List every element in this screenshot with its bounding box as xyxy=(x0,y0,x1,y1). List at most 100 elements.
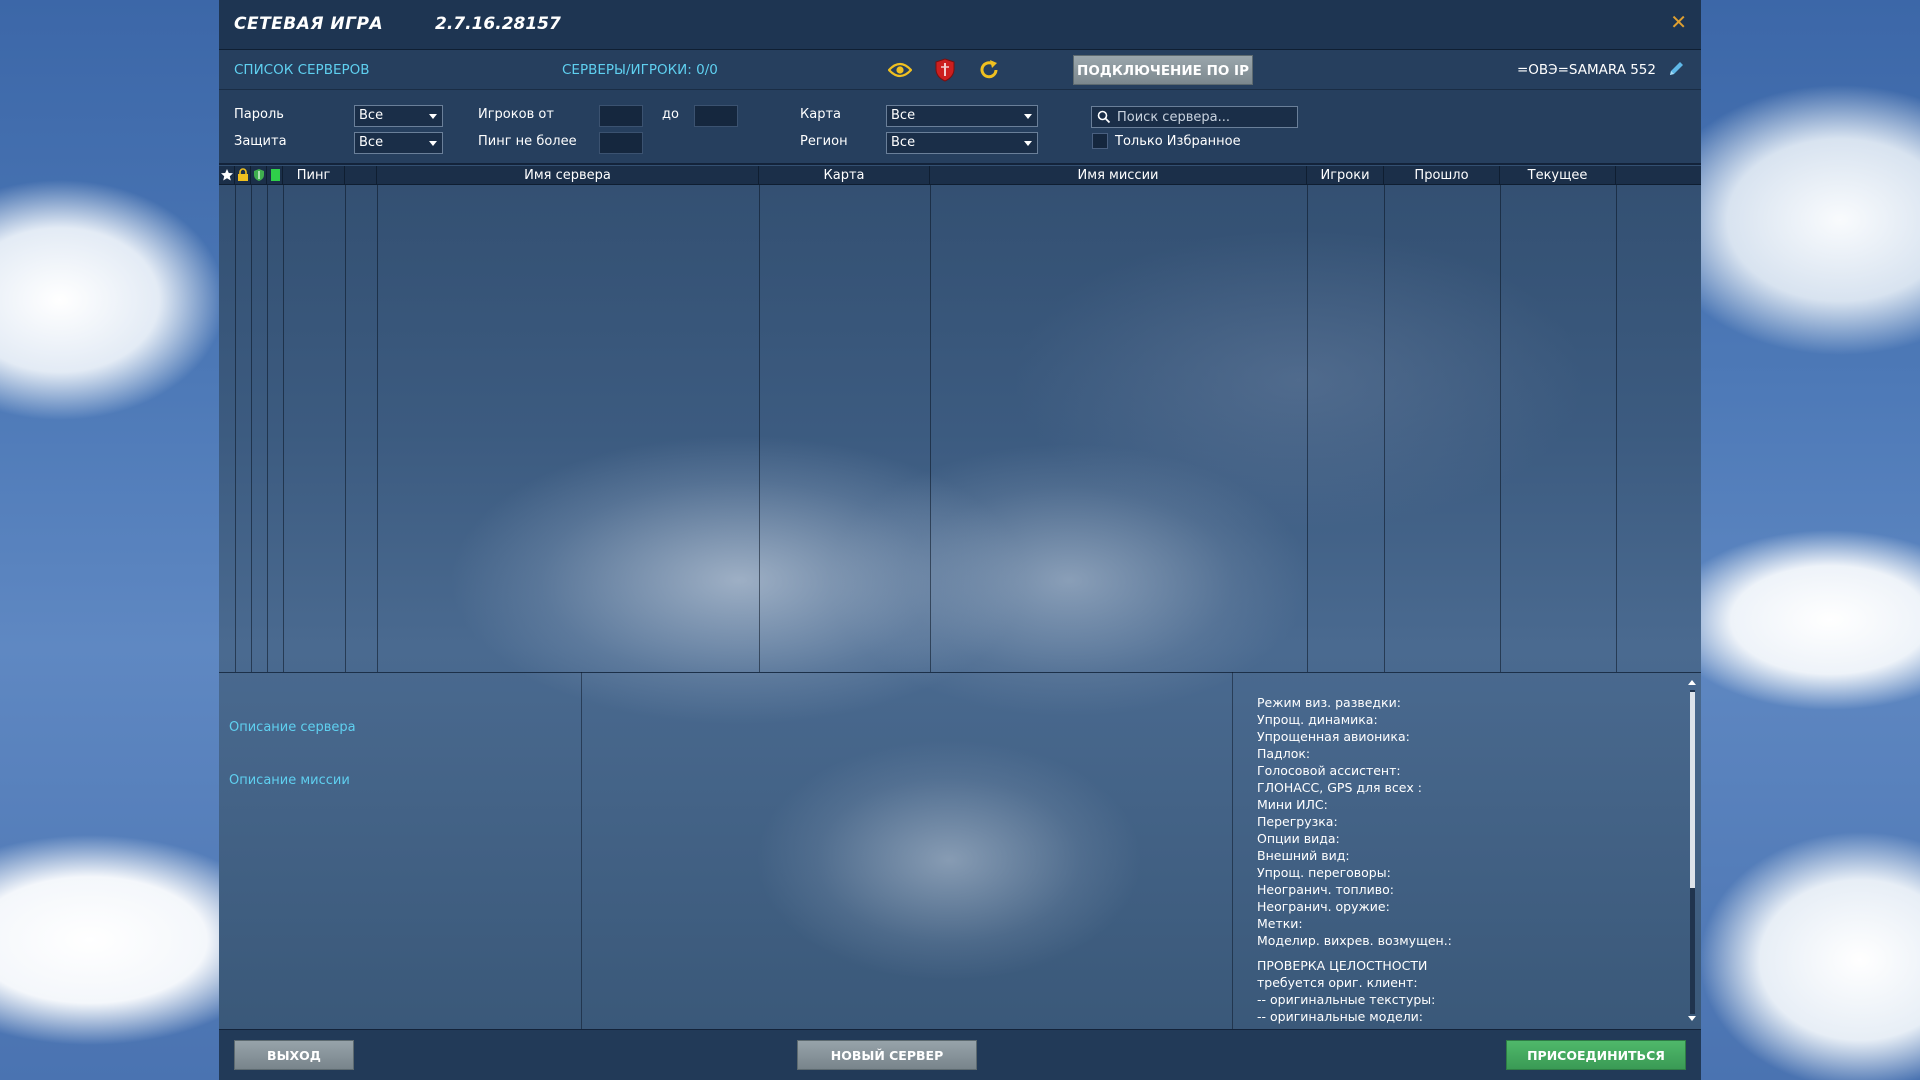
toolbar: СПИСОК СЕРВЕРОВ СЕРВЕРЫ/ИГРОКИ: 0/0 ПОДК… xyxy=(219,50,1701,90)
version-label: 2.7.16.28157 xyxy=(435,14,561,34)
chevron-down-icon xyxy=(1024,141,1032,146)
integrity-line: -- оригинальные текстуры: xyxy=(1257,992,1436,1007)
map-select-value: Все xyxy=(891,108,916,123)
shield-icon[interactable] xyxy=(931,56,959,84)
pencil-icon[interactable] xyxy=(1667,60,1687,80)
details-divider xyxy=(581,672,582,1029)
option-line: Опции вида: xyxy=(1257,831,1340,846)
players-to-label: до xyxy=(662,107,679,122)
search-placeholder: Поиск сервера... xyxy=(1117,110,1230,125)
column-spacer xyxy=(345,166,377,185)
scroll-down-arrow-icon[interactable] xyxy=(1688,1016,1696,1021)
chevron-down-icon xyxy=(1024,114,1032,119)
option-line: Неогранич. оружие: xyxy=(1257,899,1390,914)
players-from-input[interactable] xyxy=(599,105,643,127)
option-line: Упрощенная авионика: xyxy=(1257,729,1410,744)
option-line: Внешний вид: xyxy=(1257,848,1350,863)
option-line: Упрощ. переговоры: xyxy=(1257,865,1391,880)
column-divider xyxy=(251,185,252,672)
region-select-value: Все xyxy=(891,135,916,150)
password-select[interactable]: Все xyxy=(354,105,443,127)
column-players[interactable]: Игроки xyxy=(1307,166,1384,185)
option-line: Неогранич. топливо: xyxy=(1257,882,1394,897)
column-divider xyxy=(377,185,378,672)
map-label: Карта xyxy=(800,107,841,122)
status-column[interactable] xyxy=(267,166,283,185)
details-panel xyxy=(219,672,1701,1029)
players-to-input[interactable] xyxy=(694,105,738,127)
column-divider xyxy=(1307,185,1308,672)
chevron-down-icon xyxy=(429,141,437,146)
integrity-line: -- оригинальные модели: xyxy=(1257,1009,1424,1024)
status-icon xyxy=(271,169,280,181)
favorite-column[interactable] xyxy=(219,166,235,185)
favorites-only-label: Только Избранное xyxy=(1115,134,1241,149)
details-divider xyxy=(1232,672,1233,1029)
option-line: Режим виз. разведки: xyxy=(1257,695,1401,710)
favorites-only-checkbox[interactable] xyxy=(1092,133,1108,149)
column-divider xyxy=(930,185,931,672)
scroll-up-arrow-icon[interactable] xyxy=(1688,680,1696,685)
column-divider xyxy=(267,185,268,672)
window-title: СЕТЕВАЯ ИГРА xyxy=(234,14,384,34)
new-server-button[interactable]: НОВЫЙ СЕРВЕР xyxy=(797,1040,977,1070)
servers-players-count: СЕРВЕРЫ/ИГРОКИ: 0/0 xyxy=(562,62,718,78)
ping-input[interactable] xyxy=(599,132,643,154)
join-button[interactable]: ПРИСОЕДИНИТЬСЯ xyxy=(1506,1040,1686,1070)
column-current[interactable]: Текущее xyxy=(1500,166,1616,185)
connect-by-ip-button[interactable]: ПОДКЛЮЧЕНИЕ ПО IP xyxy=(1073,55,1253,85)
mission-description-link[interactable]: Описание миссии xyxy=(229,773,350,788)
option-line: Моделир. вихрев. возмущен.: xyxy=(1257,933,1452,948)
option-line: Мини ИЛС: xyxy=(1257,797,1328,812)
server-list-tab[interactable]: СПИСОК СЕРВЕРОВ xyxy=(234,62,370,78)
server-description-link[interactable]: Описание сервера xyxy=(229,720,356,735)
password-label: Пароль xyxy=(234,107,284,122)
table-header: Пинг Имя сервера Карта Имя миссии Игроки… xyxy=(219,166,1701,185)
details-scrollbar[interactable] xyxy=(1685,678,1699,1026)
filter-panel: Пароль Все Защита Все Игроков от до Пинг… xyxy=(219,90,1701,165)
protection-label: Защита xyxy=(234,134,287,149)
players-from-label: Игроков от xyxy=(478,107,554,122)
option-line: Метки: xyxy=(1257,916,1303,931)
column-divider xyxy=(1500,185,1501,672)
integrity-heading: ПРОВЕРКА ЦЕЛОСТНОСТИ xyxy=(1257,958,1428,973)
search-input[interactable]: Поиск сервера... xyxy=(1091,106,1298,128)
lock-icon xyxy=(238,168,248,181)
server-options-list: Режим виз. разведки: Упрощ. динамика: Уп… xyxy=(1257,694,1452,1025)
column-map[interactable]: Карта xyxy=(759,166,930,185)
password-select-value: Все xyxy=(359,108,384,123)
option-line: Упрощ. динамика: xyxy=(1257,712,1378,727)
integrity-line: требуется ориг. клиент: xyxy=(1257,975,1418,990)
ping-label: Пинг не более xyxy=(478,134,577,149)
column-divider xyxy=(235,185,236,672)
search-icon xyxy=(1097,110,1111,124)
column-elapsed[interactable]: Прошло xyxy=(1384,166,1500,185)
star-icon xyxy=(221,169,233,181)
region-select[interactable]: Все xyxy=(886,132,1038,154)
password-column[interactable] xyxy=(235,166,251,185)
column-mission-name[interactable]: Имя миссии xyxy=(930,166,1307,185)
column-ping[interactable]: Пинг xyxy=(283,166,345,185)
column-server-name[interactable]: Имя сервера xyxy=(377,166,759,185)
region-label: Регион xyxy=(800,134,848,149)
shield-icon xyxy=(254,169,264,181)
exit-button[interactable]: ВЫХОД xyxy=(234,1040,354,1070)
option-line: Падлок: xyxy=(1257,746,1311,761)
scrollbar-thumb[interactable] xyxy=(1690,692,1695,888)
refresh-icon[interactable] xyxy=(975,56,1003,84)
column-divider xyxy=(1616,185,1617,672)
option-line: ГЛОНАСС, GPS для всех : xyxy=(1257,780,1422,795)
protection-select[interactable]: Все xyxy=(354,132,443,154)
footer-bar: ВЫХОД НОВЫЙ СЕРВЕР ПРИСОЕДИНИТЬСЯ xyxy=(219,1029,1701,1080)
chevron-down-icon xyxy=(429,114,437,119)
protection-select-value: Все xyxy=(359,135,384,150)
column-divider xyxy=(759,185,760,672)
protection-column[interactable] xyxy=(251,166,267,185)
option-line: Голосовой ассистент: xyxy=(1257,763,1401,778)
eye-icon[interactable] xyxy=(886,56,914,84)
map-select[interactable]: Все xyxy=(886,105,1038,127)
column-divider xyxy=(283,185,284,672)
close-icon[interactable]: ✕ xyxy=(1670,12,1687,32)
column-divider xyxy=(345,185,346,672)
